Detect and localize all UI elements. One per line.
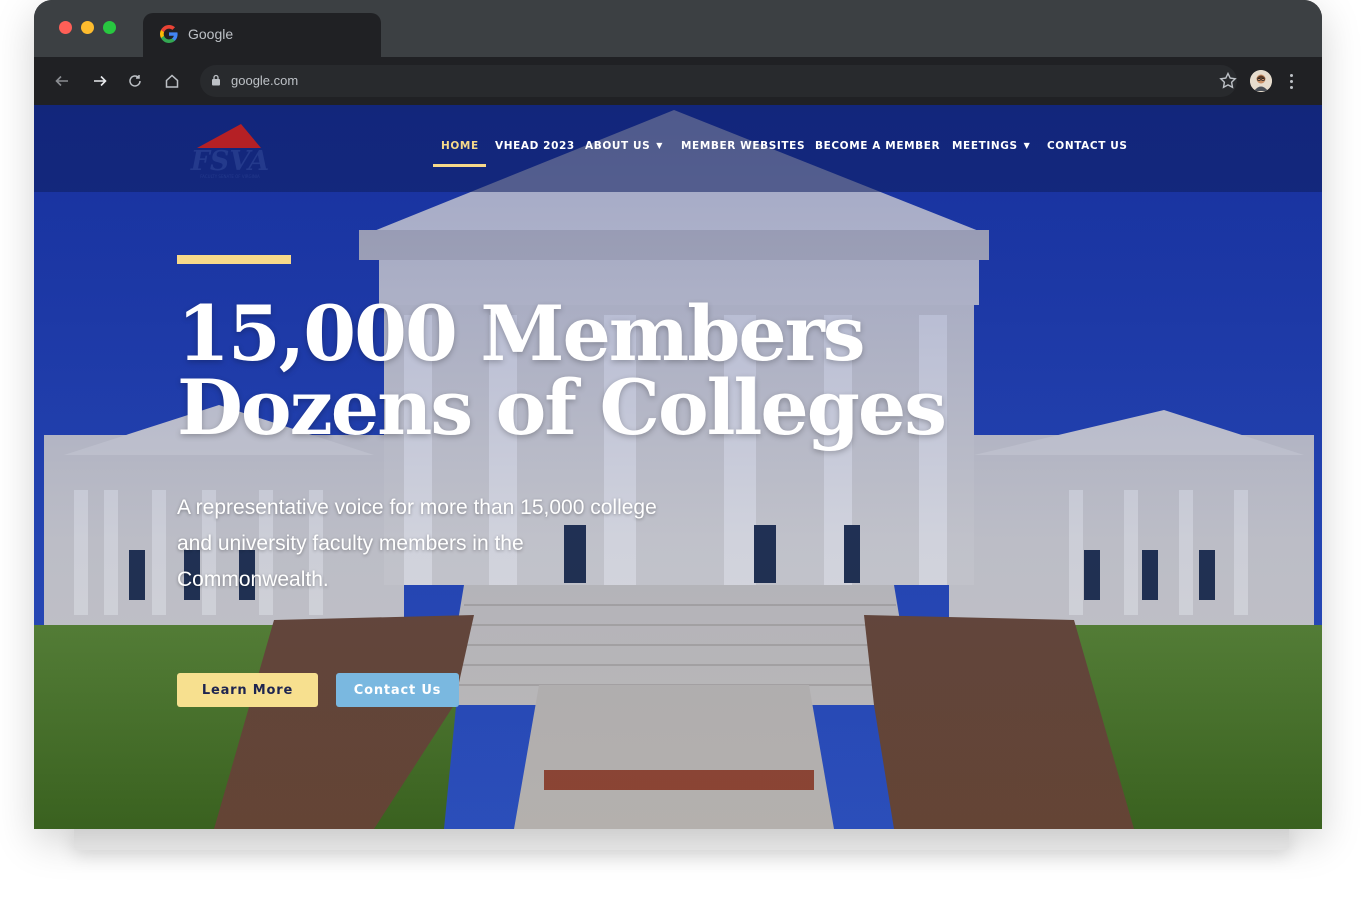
window-shadow [74,826,1289,850]
reload-icon [129,75,141,87]
contact-us-button[interactable]: Contact Us [336,673,459,707]
home-button[interactable] [160,69,184,93]
headline-line-2: Dozens of Colleges [177,363,947,452]
fsva-logo[interactable]: FSVA FACULTY SENATE OF VIRGINIA [189,120,271,180]
back-icon [55,75,68,87]
web-page: FSVA FACULTY SENATE OF VIRGINIA HOME VHE… [34,105,1322,829]
hero-overlay [34,105,1322,829]
forward-button[interactable] [88,69,112,93]
svg-text:FACULTY SENATE OF VIRGINIA: FACULTY SENATE OF VIRGINIA [200,174,260,179]
home-icon [165,74,179,88]
hero-headline: 15,000 Members Dozens of Colleges [177,289,1077,452]
nav-member-websites[interactable]: MEMBER WEBSITES [681,140,805,152]
learn-more-button[interactable]: Learn More [177,673,318,707]
nav-become-a-member[interactable]: BECOME A MEMBER [815,140,940,152]
nav-meetings[interactable]: MEETINGS ▼ [952,140,1030,152]
avatar[interactable] [1250,70,1272,92]
tab-strip: Google [34,0,1322,57]
kebab-menu-icon[interactable] [1284,69,1298,93]
star-icon[interactable] [1217,70,1239,92]
browser-tab[interactable]: Google [143,13,381,57]
reload-button[interactable] [123,69,147,93]
browser-toolbar: google.com [34,57,1322,105]
nav-about-us-label: ABOUT US [585,140,651,152]
browser-window: Google google.com FSVA FACULTY SENATE OF… [34,0,1322,829]
headline-line-1: 15,000 Members [177,289,866,378]
forward-icon [94,75,107,87]
nav-about-us[interactable]: ABOUT US ▼ [585,140,663,152]
nav-contact-us[interactable]: CONTACT US [1047,140,1128,152]
hero-subtext: A representative voice for more than 15,… [177,496,657,591]
lock-icon [212,74,220,86]
address-bar[interactable]: google.com [200,65,1237,97]
svg-text:FSVA: FSVA [190,146,269,177]
close-window-button[interactable] [59,21,72,34]
maximize-window-button[interactable] [103,21,116,34]
minimize-window-button[interactable] [81,21,94,34]
back-button[interactable] [50,69,74,93]
nav-active-underline [433,164,486,167]
chevron-down-icon: ▼ [656,141,664,150]
nav-meetings-label: MEETINGS [952,140,1018,152]
tab-title: Google [188,26,234,42]
google-icon [160,25,178,43]
nav-vhead-2023[interactable]: VHEAD 2023 [495,140,575,152]
chevron-down-icon: ▼ [1023,141,1031,150]
avatar-face-icon [1250,70,1272,92]
nav-home[interactable]: HOME [441,140,479,152]
url-text: google.com [231,73,299,88]
headline-accent-bar [177,255,291,264]
